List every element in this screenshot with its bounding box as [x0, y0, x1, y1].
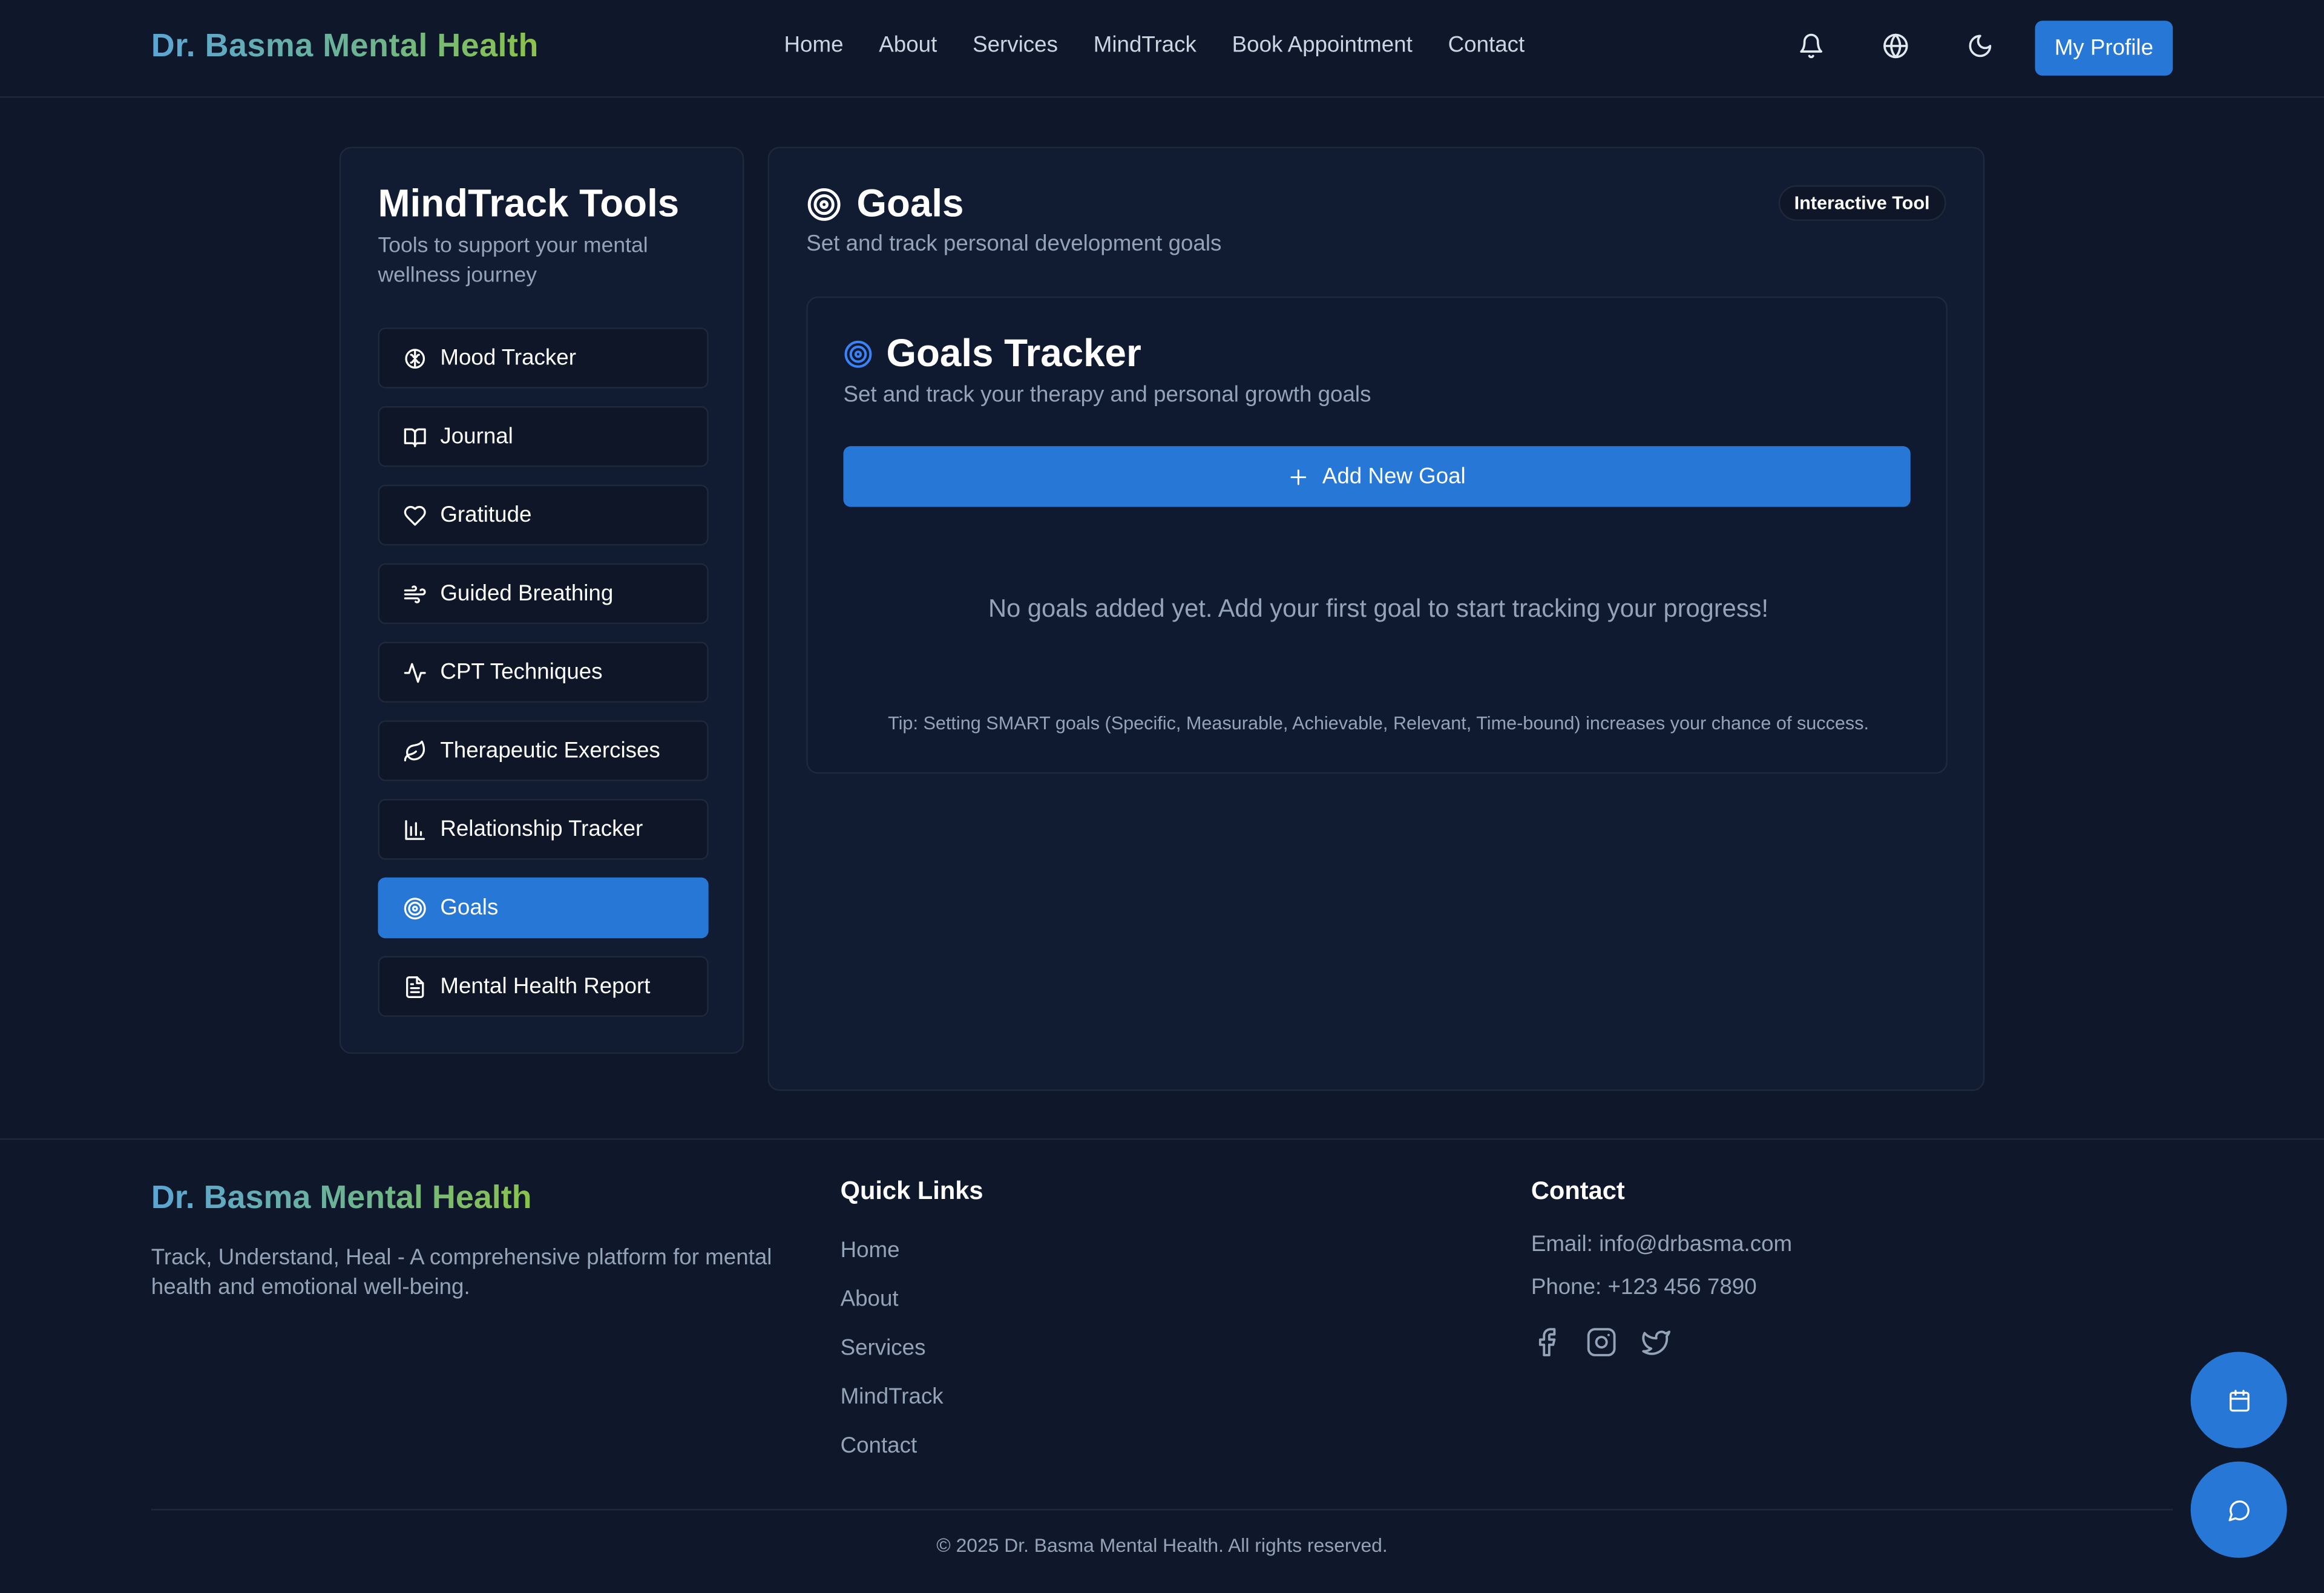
heart-icon — [404, 505, 426, 525]
sidebar-item-gratitude[interactable]: Gratitude — [378, 484, 709, 546]
social-links — [1531, 1327, 1672, 1358]
sidebar-item-label: Relationship Tracker — [440, 816, 643, 842]
instagram-icon[interactable] — [1586, 1327, 1617, 1358]
card-subtitle: Set and track your therapy and personal … — [843, 382, 1371, 408]
sidebar-item-therapeutic-exercises[interactable]: Therapeutic Exercises — [378, 720, 709, 781]
chat-icon — [2228, 1499, 2249, 1521]
brain-icon — [405, 348, 425, 368]
footer-brand: Dr. Basma Mental Health — [151, 1178, 532, 1217]
file-text-icon — [406, 975, 424, 997]
book-appointment-fab[interactable] — [2190, 1352, 2287, 1448]
sidebar-item-label: Mental Health Report — [440, 973, 651, 999]
quick-links-title: Quick Links — [840, 1177, 983, 1206]
sidebar-item-goals[interactable]: Goals — [378, 877, 709, 939]
footer-link-services[interactable]: Services — [841, 1333, 944, 1364]
nav-contact[interactable]: Contact — [1448, 33, 1525, 58]
page-root: Dr. Basma Mental Health Home About Servi… — [0, 0, 2324, 1593]
target-icon — [404, 897, 426, 919]
footer-link-mindtrack[interactable]: MindTrack — [841, 1381, 944, 1412]
sidebar-item-label: Guided Breathing — [440, 581, 614, 606]
footer-link-home[interactable]: Home — [841, 1235, 944, 1266]
goals-tracker-card: Goals Tracker Set and track your therapy… — [806, 296, 1948, 774]
contact-title: Contact — [1531, 1177, 1625, 1206]
target-icon — [807, 187, 841, 220]
add-new-goal-label: Add New Goal — [1322, 464, 1466, 490]
calendar-icon — [2228, 1389, 2249, 1411]
interactive-tool-badge: Interactive Tool — [1777, 185, 1946, 221]
sidebar-item-label: Goals — [440, 895, 499, 921]
page-title-text: Goals — [856, 180, 964, 226]
sidebar-item-label: CPT Techniques — [440, 659, 603, 685]
bell-icon[interactable] — [1798, 33, 1828, 62]
wind-icon — [404, 585, 426, 603]
add-new-goal-button[interactable]: Add New Goal — [843, 446, 1911, 507]
nav-about[interactable]: About — [879, 33, 937, 58]
moon-icon[interactable] — [1967, 33, 1997, 62]
footer-link-about[interactable]: About — [841, 1284, 944, 1315]
target-icon — [844, 340, 872, 367]
footer-description: Track, Understand, Heal - A comprehensiv… — [151, 1245, 772, 1300]
sidebar-item-guided-breathing[interactable]: Guided Breathing — [378, 563, 709, 625]
sidebar-item-label: Therapeutic Exercises — [440, 738, 660, 764]
nav-mindtrack[interactable]: MindTrack — [1094, 33, 1196, 58]
card-title: Goals Tracker — [843, 330, 1141, 376]
nav-home[interactable]: Home — [784, 33, 844, 58]
site-footer: Dr. Basma Mental Health Track, Understan… — [0, 1138, 2324, 1593]
footer-divider — [151, 1509, 2173, 1511]
globe-icon[interactable] — [1882, 33, 1912, 62]
sidebar-item-label: Mood Tracker — [440, 345, 576, 371]
book-icon — [404, 427, 426, 447]
mindtrack-sidebar: MindTrack Tools Tools to support your me… — [339, 146, 744, 1054]
sidebar-item-cpt-techniques[interactable]: CPT Techniques — [378, 642, 709, 703]
main-nav: Home About Services MindTrack Book Appoi… — [784, 33, 1525, 58]
sidebar-item-relationship-tracker[interactable]: Relationship Tracker — [378, 799, 709, 860]
sidebar-item-mental-health-report[interactable]: Mental Health Report — [378, 956, 709, 1017]
facebook-icon[interactable] — [1531, 1327, 1562, 1358]
sidebar-item-mood-tracker[interactable]: Mood Tracker — [378, 327, 709, 389]
empty-state-message: No goals added yet. Add your first goal … — [988, 594, 1769, 623]
nav-book-appointment[interactable]: Book Appointment — [1232, 33, 1413, 58]
my-profile-button[interactable]: My Profile — [2035, 21, 2173, 76]
sidebar-title: MindTrack Tools — [378, 180, 680, 226]
sidebar-subtitle: Tools to support your mental wellness jo… — [378, 234, 648, 288]
page-title: Goals — [806, 181, 963, 227]
smart-goals-tip: Tip: Setting SMART goals (Specific, Meas… — [888, 712, 1869, 734]
copyright: © 2025 Dr. Basma Mental Health. All righ… — [936, 1534, 1388, 1557]
page-subtitle: Set and track personal development goals — [806, 231, 1222, 257]
chat-fab[interactable] — [2190, 1461, 2287, 1558]
sidebar-item-label: Journal — [440, 424, 513, 450]
top-header: Dr. Basma Mental Health Home About Servi… — [0, 0, 2324, 98]
nav-services[interactable]: Services — [973, 33, 1058, 58]
twitter-icon[interactable] — [1641, 1327, 1672, 1358]
leaf-icon — [404, 740, 425, 761]
quick-links-list: Home About Services MindTrack Contact — [841, 1235, 944, 1462]
sidebar-item-label: Gratitude — [440, 502, 532, 528]
card-title-text: Goals Tracker — [886, 330, 1141, 375]
bar-chart-icon — [405, 819, 425, 839]
sidebar-item-journal[interactable]: Journal — [378, 406, 709, 467]
footer-link-contact[interactable]: Contact — [841, 1430, 944, 1461]
goals-panel: Goals Set and track personal development… — [767, 146, 1985, 1091]
plus-icon — [1290, 468, 1307, 485]
contact-phone[interactable]: Phone: +123 456 7890 — [1531, 1275, 1757, 1300]
brand-logo[interactable]: Dr. Basma Mental Health — [151, 27, 539, 65]
activity-icon — [404, 662, 426, 682]
contact-email[interactable]: Email: info@drbasma.com — [1531, 1232, 1792, 1257]
